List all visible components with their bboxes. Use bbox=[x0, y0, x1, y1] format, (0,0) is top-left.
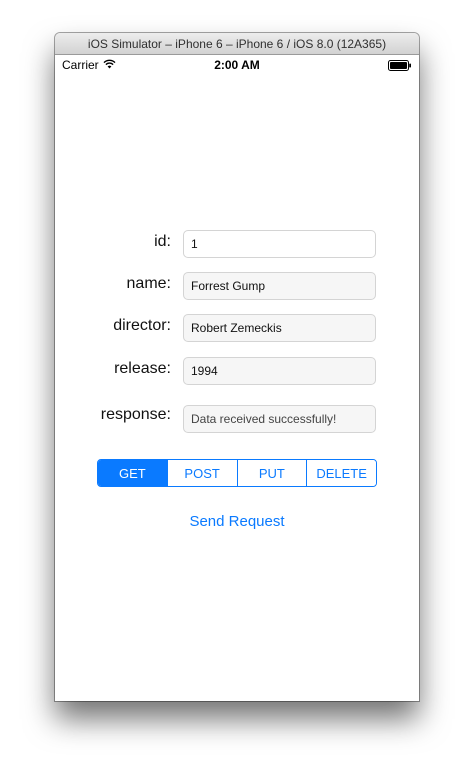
release-row: release: bbox=[55, 357, 419, 385]
segment-get[interactable]: GET bbox=[98, 460, 167, 486]
name-label: name: bbox=[126, 275, 171, 292]
release-label: release: bbox=[114, 360, 171, 377]
status-bar: Carrier 2:00 AM bbox=[55, 55, 419, 75]
id-field[interactable] bbox=[183, 230, 376, 258]
segment-post[interactable]: POST bbox=[166, 460, 237, 486]
director-row: director: bbox=[55, 314, 419, 342]
send-request-button[interactable]: Send Request bbox=[55, 513, 419, 530]
desktop: iOS Simulator – iPhone 6 – iPhone 6 / iO… bbox=[0, 0, 474, 778]
id-label: id: bbox=[154, 233, 171, 250]
http-method-selector: GET POST PUT DELETE bbox=[97, 459, 377, 487]
release-field[interactable] bbox=[183, 357, 376, 385]
id-row: id: bbox=[55, 230, 419, 258]
device-screen: Carrier 2:00 AM id: name: bbox=[55, 55, 419, 701]
director-field[interactable] bbox=[183, 314, 376, 342]
segment-put[interactable]: PUT bbox=[236, 460, 307, 486]
response-field bbox=[183, 405, 376, 433]
window-title: iOS Simulator – iPhone 6 – iPhone 6 / iO… bbox=[87, 37, 387, 51]
status-time: 2:00 AM bbox=[214, 58, 260, 72]
response-row: response: bbox=[55, 405, 419, 433]
segment-delete[interactable]: DELETE bbox=[306, 460, 376, 486]
simulator-window: iOS Simulator – iPhone 6 – iPhone 6 / iO… bbox=[55, 33, 419, 701]
battery-icon bbox=[388, 60, 411, 71]
name-row: name: bbox=[55, 272, 419, 300]
director-label: director: bbox=[113, 317, 171, 334]
response-label: response: bbox=[100, 406, 171, 423]
window-titlebar[interactable]: iOS Simulator – iPhone 6 – iPhone 6 / iO… bbox=[55, 33, 419, 55]
name-field[interactable] bbox=[183, 272, 376, 300]
